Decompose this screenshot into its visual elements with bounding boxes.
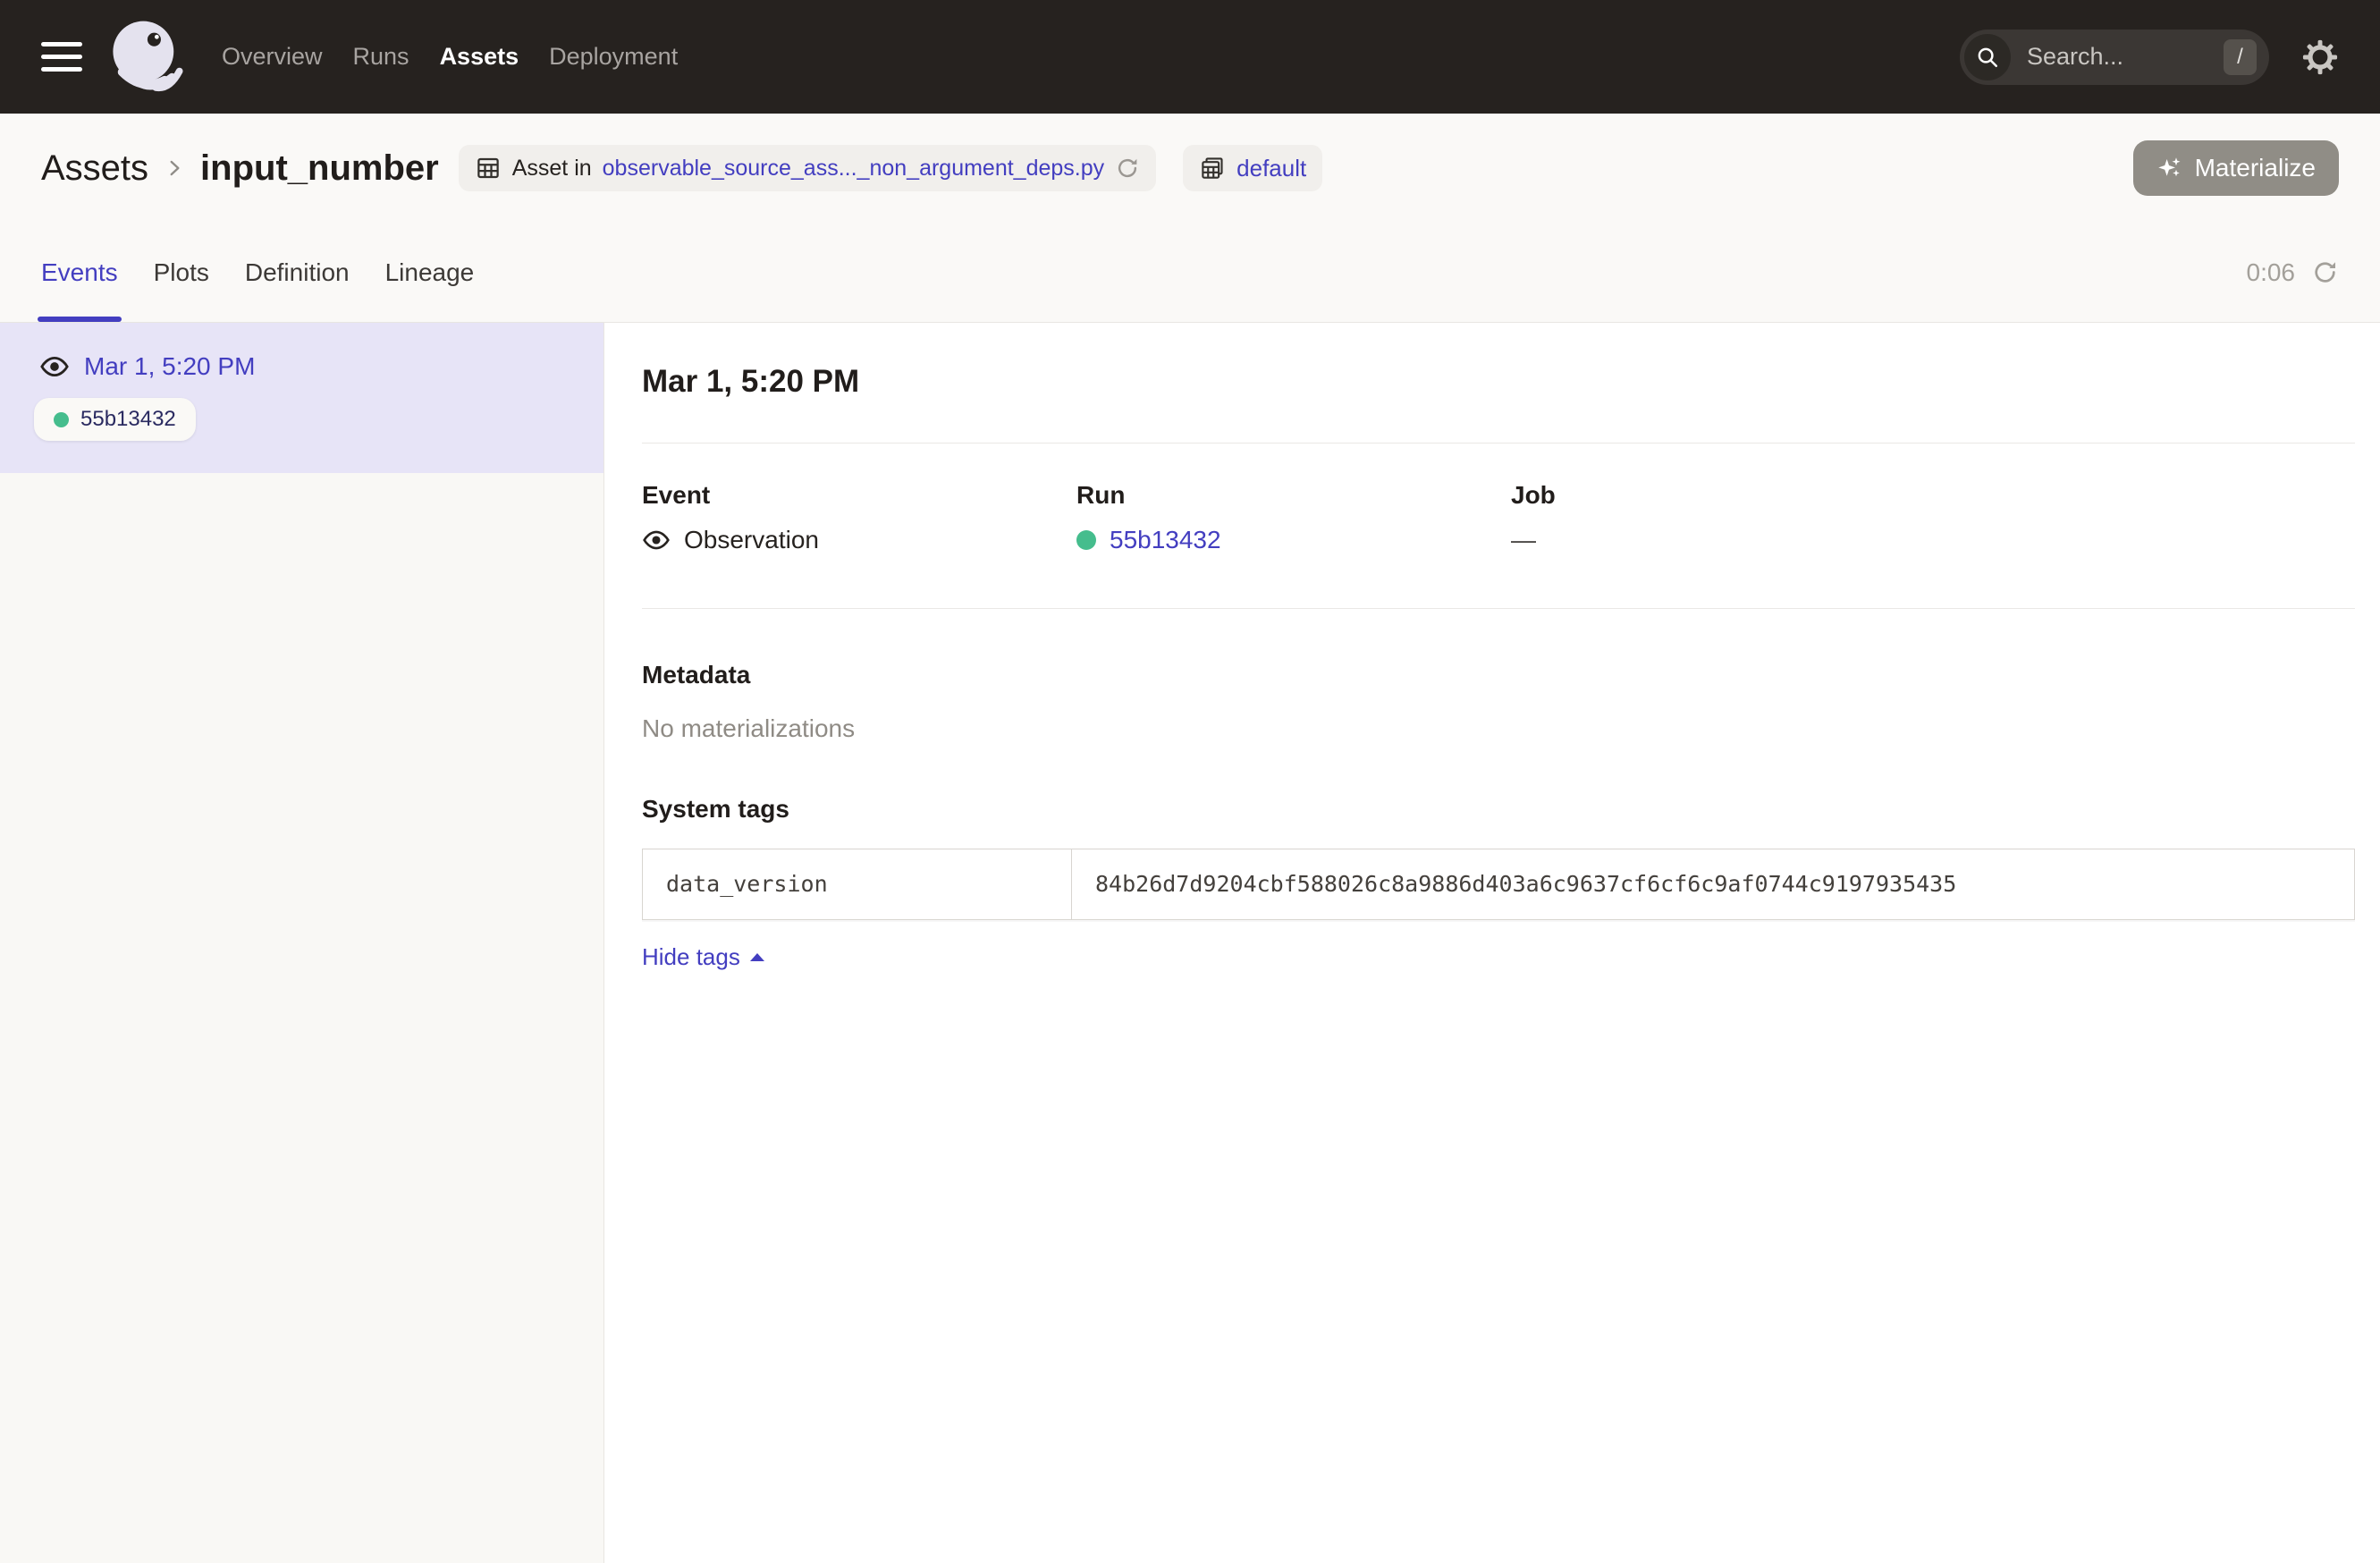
search-icon: [1964, 34, 2011, 80]
system-tags-table: data_version 84b26d7d9204cbf588026c8a988…: [642, 849, 2355, 920]
hide-tags-link[interactable]: Hide tags: [642, 943, 764, 971]
code-location-label: default: [1236, 155, 1306, 182]
run-status-dot: [54, 412, 69, 427]
asset-definition-chip: Asset in observable_source_ass..._non_ar…: [459, 145, 1156, 191]
primary-nav: Overview Runs Assets Deployment: [222, 43, 678, 71]
event-column-label: Event: [642, 481, 1076, 510]
event-type-value: Observation: [684, 526, 819, 554]
job-empty-value: —: [1511, 526, 1536, 554]
event-detail-panel: Mar 1, 5:20 PM Event Observation Run 55b…: [604, 323, 2380, 1563]
nav-item-deployment[interactable]: Deployment: [549, 43, 678, 71]
table-grid-icon: [475, 155, 502, 182]
nav-item-assets[interactable]: Assets: [440, 43, 519, 71]
run-id-link[interactable]: 55b13432: [1110, 526, 1221, 554]
breadcrumb-current-asset: input_number: [200, 148, 439, 189]
run-column: Run 55b13432: [1076, 481, 1511, 554]
system-tags-heading: System tags: [642, 795, 2355, 824]
refresh-area: 0:06: [2247, 258, 2340, 287]
search-shortcut-key: /: [2224, 39, 2257, 75]
settings-button[interactable]: [2301, 38, 2339, 76]
nav-item-runs[interactable]: Runs: [353, 43, 409, 71]
run-column-label: Run: [1076, 481, 1511, 510]
gear-icon: [2301, 38, 2339, 76]
asset-source-file-link[interactable]: observable_source_ass..._non_argument_de…: [603, 156, 1105, 182]
search-box[interactable]: /: [1960, 30, 2269, 85]
run-id-badge-label: 55b13432: [80, 407, 176, 432]
run-id-badge[interactable]: 55b13432: [34, 398, 196, 441]
nav-item-overview[interactable]: Overview: [222, 43, 323, 71]
code-location-chip[interactable]: default: [1183, 145, 1322, 191]
job-column: Job —: [1511, 481, 1945, 554]
tab-events[interactable]: Events: [41, 223, 118, 322]
stacked-grid-icon: [1199, 155, 1226, 182]
divider: [642, 608, 2355, 609]
event-detail-title: Mar 1, 5:20 PM: [642, 364, 2355, 400]
materialize-button[interactable]: Materialize: [2133, 140, 2339, 196]
asset-header-row: Assets input_number Asset in observable_…: [0, 114, 2380, 223]
tag-key-cell: data_version: [643, 849, 1072, 919]
materialize-button-label: Materialize: [2195, 154, 2316, 182]
eye-icon: [642, 526, 671, 554]
refresh-timer: 0:06: [2247, 258, 2296, 287]
refresh-icon[interactable]: [2311, 258, 2339, 286]
search-input[interactable]: [2025, 42, 2209, 72]
caret-up-icon: [750, 953, 764, 961]
sparkles-icon: [2156, 155, 2183, 182]
hide-tags-label: Hide tags: [642, 943, 740, 971]
tab-lineage[interactable]: Lineage: [385, 223, 475, 322]
job-column-label: Job: [1511, 481, 1945, 510]
event-timestamp: Mar 1, 5:20 PM: [84, 352, 255, 381]
event-item-header: Mar 1, 5:20 PM: [39, 351, 568, 382]
breadcrumb-assets-link[interactable]: Assets: [41, 148, 148, 189]
event-list-item[interactable]: Mar 1, 5:20 PM 55b13432: [0, 323, 603, 473]
breadcrumb: Assets input_number: [41, 148, 439, 189]
metadata-empty-text: No materializations: [642, 714, 2355, 743]
asset-chip-prefix: Asset in: [512, 156, 592, 182]
reload-definition-icon[interactable]: [1115, 156, 1140, 181]
tab-plots[interactable]: Plots: [154, 223, 209, 322]
content-area: Mar 1, 5:20 PM 55b13432 Mar 1, 5:20 PM E…: [0, 323, 2380, 1563]
tag-value-cell: 84b26d7d9204cbf588026c8a9886d403a6c9637c…: [1072, 849, 2354, 919]
top-navbar: Overview Runs Assets Deployment /: [0, 0, 2380, 114]
event-summary-columns: Event Observation Run 55b13432 Job: [642, 481, 2355, 554]
hamburger-menu-icon[interactable]: [41, 42, 82, 72]
event-column: Event Observation: [642, 481, 1076, 554]
divider: [642, 443, 2355, 444]
chevron-right-icon: [163, 156, 186, 180]
dagster-logo-icon[interactable]: [107, 18, 186, 97]
events-sidebar: Mar 1, 5:20 PM 55b13432: [0, 323, 604, 1563]
eye-icon: [39, 351, 70, 382]
run-status-dot: [1076, 530, 1096, 550]
metadata-heading: Metadata: [642, 661, 2355, 689]
asset-tabs-row: Events Plots Definition Lineage 0:06: [0, 223, 2380, 323]
tab-definition[interactable]: Definition: [245, 223, 350, 322]
